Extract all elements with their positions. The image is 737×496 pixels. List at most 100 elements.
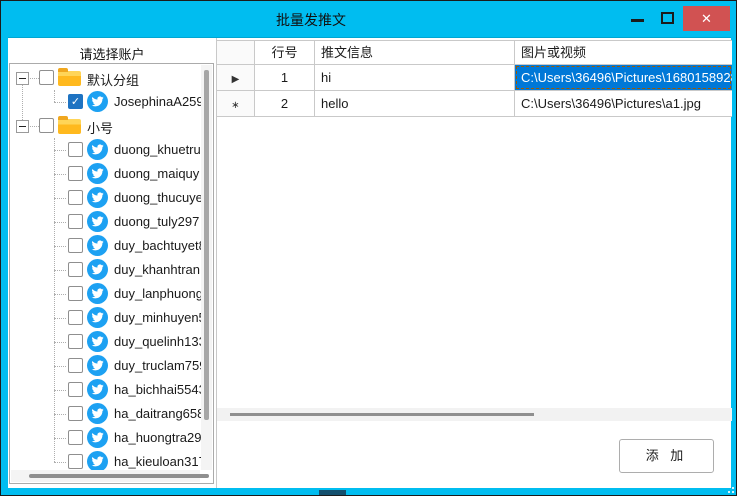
twitter-icon: [87, 331, 108, 352]
collapse-icon[interactable]: [16, 72, 29, 85]
account-label: duy_truclam759: [114, 358, 207, 373]
checkbox-unchecked[interactable]: [68, 190, 83, 205]
column-header-message[interactable]: 推文信息: [315, 41, 515, 64]
row-header-cell[interactable]: ∗: [217, 91, 255, 116]
checkbox-unchecked[interactable]: [68, 214, 83, 229]
checkbox-unchecked[interactable]: [68, 238, 83, 253]
tree-connector: [54, 318, 66, 319]
tree-account-item[interactable]: duy_khanhtran: [10, 258, 213, 282]
table-row[interactable]: ▶ 1 hi C:\Users\36496\Pictures\168015892…: [217, 65, 732, 91]
twitter-icon: [87, 451, 108, 472]
account-label: duong_khuetru: [114, 142, 201, 157]
scrollbar-thumb[interactable]: [204, 70, 209, 420]
checkbox-unchecked[interactable]: [39, 70, 54, 85]
tree-account-item[interactable]: duong_tuly297: [10, 210, 213, 234]
tree-connector: [54, 366, 66, 367]
tree-account-item[interactable]: duy_lanphuong: [10, 282, 213, 306]
row-header-cell[interactable]: ▶: [217, 65, 255, 90]
checkbox-unchecked[interactable]: [68, 358, 83, 373]
account-label: ha_huongtra29: [114, 430, 201, 445]
account-list: duong_khuetru duong_maiquy: [10, 138, 213, 474]
table-row[interactable]: ∗ 2 hello C:\Users\36496\Pictures\a1.jpg: [217, 91, 732, 117]
collapse-icon[interactable]: [16, 120, 29, 133]
account-label: duy_quelinh133: [114, 334, 206, 349]
tree-horizontal-scrollbar[interactable]: [11, 470, 200, 482]
resize-grip-icon[interactable]: [726, 485, 734, 493]
twitter-icon: [87, 379, 108, 400]
checkbox-unchecked[interactable]: [68, 454, 83, 469]
twitter-icon: [87, 187, 108, 208]
tree-connector: [54, 462, 66, 463]
tree-connector: [54, 246, 66, 247]
checkbox-unchecked[interactable]: [68, 430, 83, 445]
column-header-media[interactable]: 图片或视频: [515, 41, 732, 64]
tree-connector: [54, 438, 66, 439]
account-tree[interactable]: 默认分组 ✓ JosephinaA259 小号: [9, 63, 214, 484]
tree-vertical-scrollbar[interactable]: [201, 65, 212, 470]
tree-account-item[interactable]: duong_maiquy: [10, 162, 213, 186]
tree-account-item-checked[interactable]: ✓ JosephinaA259: [10, 90, 213, 114]
checkbox-unchecked[interactable]: [68, 310, 83, 325]
grid-body: ▶ 1 hi C:\Users\36496\Pictures\168015892…: [217, 65, 732, 117]
account-label: duy_lanphuong: [114, 286, 203, 301]
tree-account-item[interactable]: ha_bichhai5543: [10, 378, 213, 402]
rownum-cell[interactable]: 1: [255, 65, 315, 90]
checkbox-unchecked[interactable]: [68, 262, 83, 277]
checkbox-unchecked[interactable]: [68, 286, 83, 301]
tree-account-item[interactable]: duong_thucuye: [10, 186, 213, 210]
account-panel-title: 请选择账户: [8, 44, 216, 63]
grid-horizontal-scrollbar[interactable]: [217, 408, 732, 421]
tree-account-item[interactable]: duy_minhuyen5: [10, 306, 213, 330]
twitter-icon: [87, 235, 108, 256]
twitter-icon: [87, 139, 108, 160]
account-label: duong_maiquy: [114, 166, 199, 181]
row-marker-icon: ∗: [231, 100, 239, 111]
media-path-cell[interactable]: C:\Users\36496\Pictures\1680158928: [515, 65, 732, 90]
scrollbar-thumb[interactable]: [230, 413, 534, 416]
message-cell[interactable]: hi: [315, 65, 515, 90]
group-label: 小号: [87, 118, 113, 137]
grid-corner-header: [217, 41, 255, 64]
message-cell[interactable]: hello: [315, 91, 515, 116]
page-title: 批量发推文: [1, 10, 621, 30]
checkbox-unchecked[interactable]: [39, 118, 54, 133]
account-label: duong_thucuye: [114, 190, 203, 205]
checkbox-unchecked[interactable]: [68, 142, 83, 157]
checkbox-checked[interactable]: ✓: [68, 94, 83, 109]
scrollbar-thumb[interactable]: [29, 474, 209, 478]
add-button[interactable]: 添 加: [619, 439, 714, 473]
tweet-grid-panel: 行号 推文信息 图片或视频 ▶ 1 hi C:\Users\36496\Pict…: [216, 38, 731, 488]
window-content: 请选择账户 默认分组 ✓: [8, 38, 731, 488]
row-marker-icon: ▶: [232, 74, 240, 85]
column-header-rownum[interactable]: 行号: [255, 41, 315, 64]
media-path-cell[interactable]: C:\Users\36496\Pictures\a1.jpg: [515, 91, 732, 116]
tree-connector: [54, 342, 66, 343]
tree-account-item[interactable]: duong_khuetru: [10, 138, 213, 162]
twitter-icon: [87, 211, 108, 232]
checkbox-unchecked[interactable]: [68, 406, 83, 421]
tree-connector: [54, 270, 66, 271]
checkbox-unchecked[interactable]: [68, 334, 83, 349]
account-label: ha_bichhai5543: [114, 382, 206, 397]
tree-account-item[interactable]: duy_bachtuyet8: [10, 234, 213, 258]
tree-account-item[interactable]: ha_huongtra29: [10, 426, 213, 450]
tree-connector: [54, 174, 66, 175]
checkbox-unchecked[interactable]: [68, 166, 83, 181]
twitter-icon: [87, 259, 108, 280]
rownum-cell[interactable]: 2: [255, 91, 315, 116]
maximize-icon[interactable]: [661, 12, 674, 24]
tree-group-default[interactable]: 默认分组: [10, 66, 213, 90]
tree-connector: [54, 294, 66, 295]
account-label: duy_minhuyen5: [114, 310, 206, 325]
close-button[interactable]: ✕: [683, 6, 730, 31]
tree-account-item[interactable]: ha_daitrang658: [10, 402, 213, 426]
minimize-icon[interactable]: [631, 19, 644, 22]
app-window: 批量发推文 ✕ 请选择账户 默认分组: [0, 0, 737, 496]
tweet-grid[interactable]: 行号 推文信息 图片或视频 ▶ 1 hi C:\Users\36496\Pict…: [217, 40, 732, 117]
checkbox-unchecked[interactable]: [68, 382, 83, 397]
account-label: JosephinaA259: [114, 94, 204, 109]
tree-account-item[interactable]: duy_truclam759: [10, 354, 213, 378]
title-bar[interactable]: 批量发推文 ✕: [1, 1, 736, 38]
tree-account-item[interactable]: duy_quelinh133: [10, 330, 213, 354]
tree-group-minor[interactable]: 小号: [10, 114, 213, 138]
